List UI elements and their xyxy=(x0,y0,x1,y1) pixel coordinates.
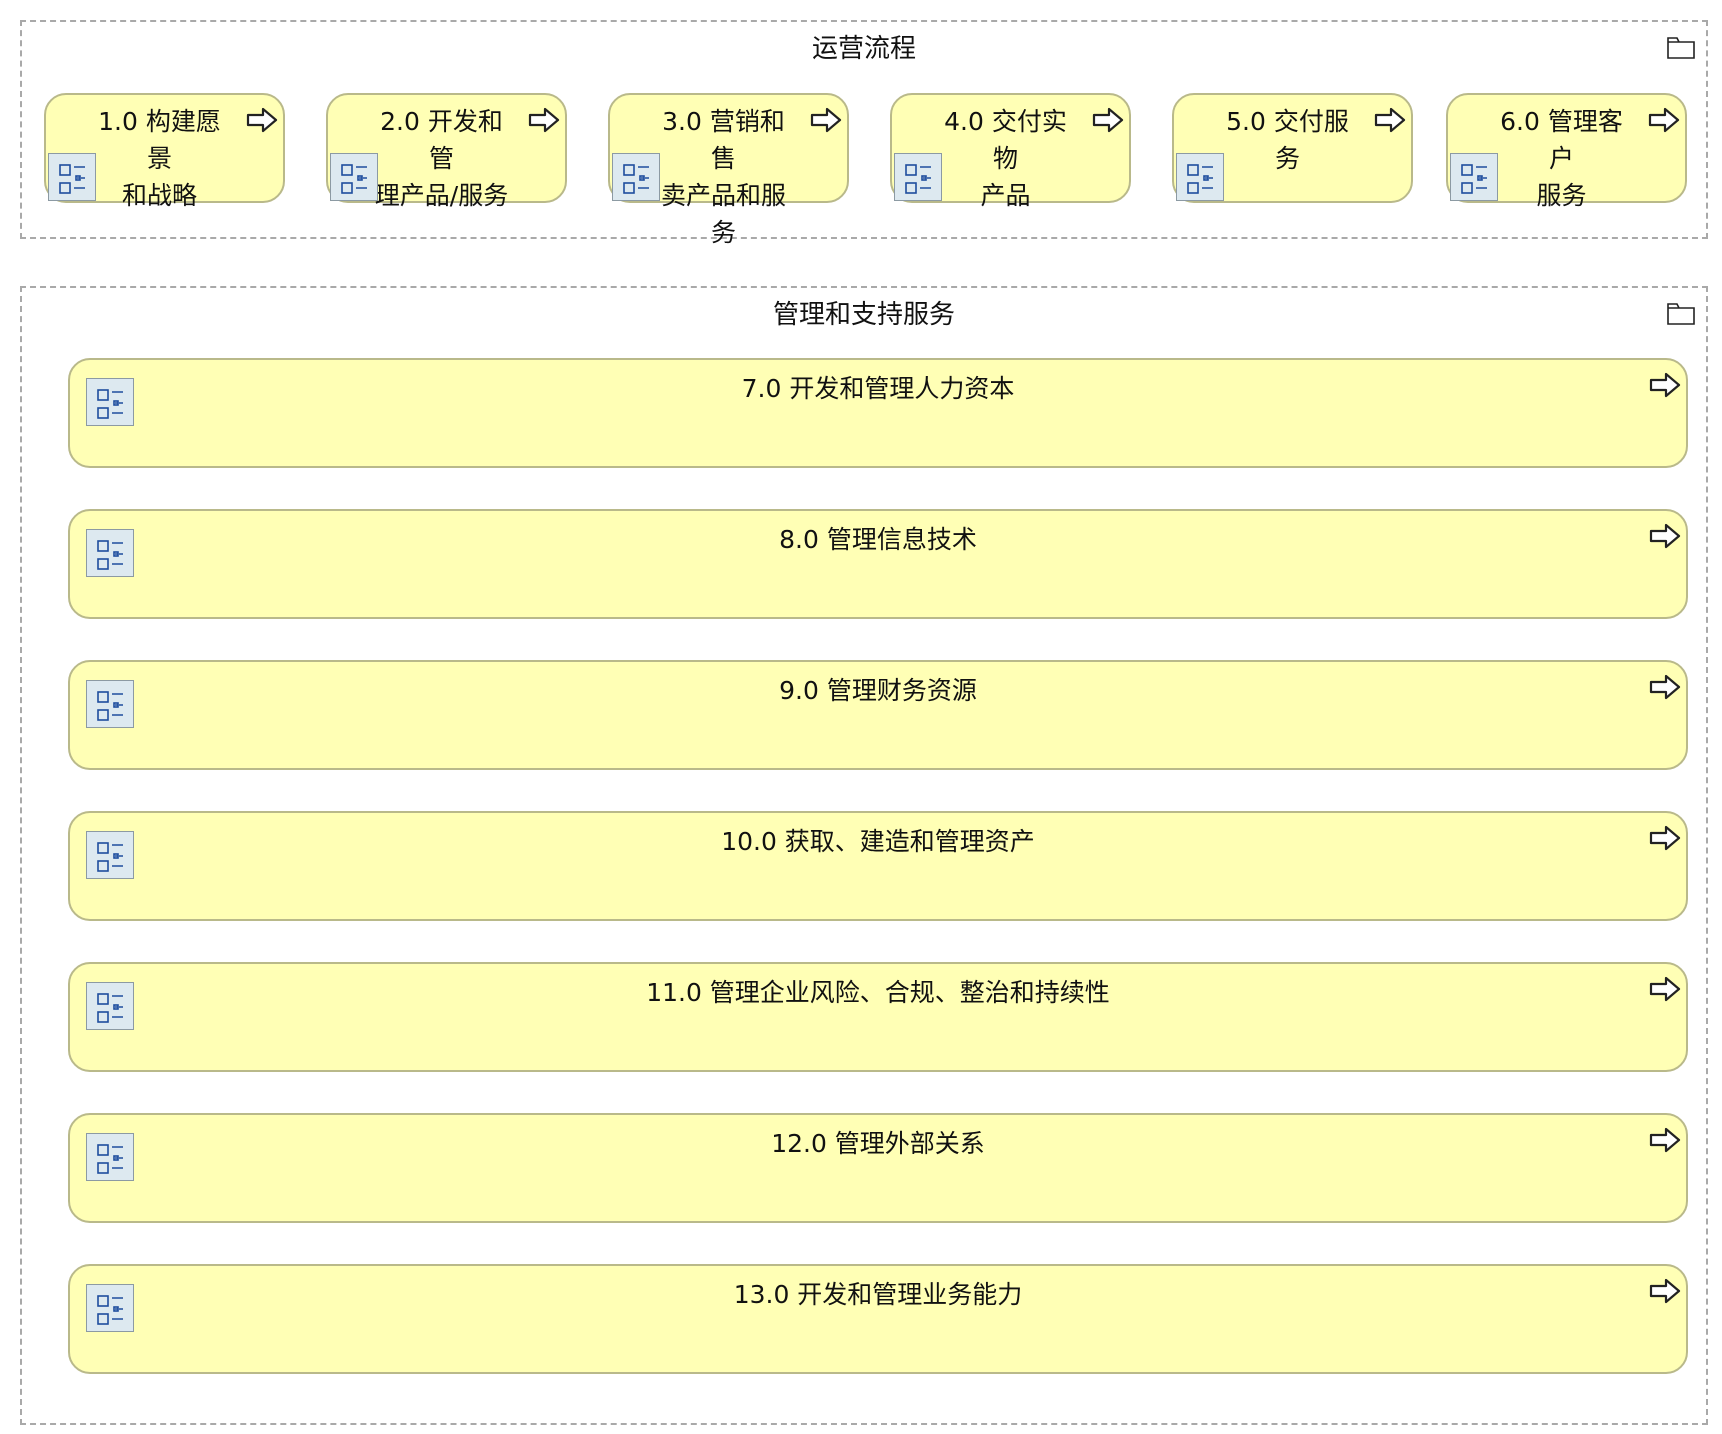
arrow-right-icon[interactable] xyxy=(527,105,561,135)
process-label: 9.0 管理财务资源 xyxy=(779,676,977,705)
process-box-13[interactable]: 13.0 开发和管理业务能力 xyxy=(68,1264,1688,1374)
process-tree-icon[interactable] xyxy=(86,982,134,1030)
arrow-right-icon[interactable] xyxy=(1373,105,1407,135)
folder-icon[interactable] xyxy=(1666,300,1696,326)
process-box-6[interactable]: 6.0 管理客户 服务 xyxy=(1446,93,1687,210)
process-tree-icon[interactable] xyxy=(86,1133,134,1181)
arrow-right-icon[interactable] xyxy=(1648,370,1682,400)
support-group-title: 管理和支持服务 xyxy=(772,300,955,330)
arrow-right-icon[interactable] xyxy=(809,105,843,135)
process-label: 7.0 开发和管理人力资本 xyxy=(741,374,1015,403)
process-tree-icon[interactable] xyxy=(48,153,96,201)
process-label: 1.0 构建愿景 和战略 xyxy=(98,107,221,210)
process-box-2[interactable]: 2.0 开发和管 理产品/服务 xyxy=(326,93,567,210)
process-label: 13.0 开发和管理业务能力 xyxy=(733,1280,1023,1309)
process-label: 2.0 开发和管 理产品/服务 xyxy=(374,107,509,210)
arrow-right-icon[interactable] xyxy=(1648,974,1682,1004)
process-label: 5.0 交付服务 xyxy=(1226,107,1349,173)
process-box-5[interactable]: 5.0 交付服务 xyxy=(1172,93,1413,203)
process-box-7[interactable]: 7.0 开发和管理人力资本 xyxy=(68,358,1688,468)
process-tree-icon[interactable] xyxy=(86,378,134,426)
process-box-10[interactable]: 10.0 获取、建造和管理资产 xyxy=(68,811,1688,921)
arrow-right-icon[interactable] xyxy=(1647,105,1681,135)
arrow-right-icon[interactable] xyxy=(1648,1276,1682,1306)
arrow-right-icon[interactable] xyxy=(1091,105,1125,135)
process-box-8[interactable]: 8.0 管理信息技术 xyxy=(68,509,1688,619)
process-box-11[interactable]: 11.0 管理企业风险、合规、整治和持续性 xyxy=(68,962,1688,1072)
process-box-12[interactable]: 12.0 管理外部关系 xyxy=(68,1113,1688,1223)
process-label: 11.0 管理企业风险、合规、整治和持续性 xyxy=(646,978,1110,1007)
process-label: 6.0 管理客户 服务 xyxy=(1500,107,1623,210)
process-tree-icon[interactable] xyxy=(1450,153,1498,201)
process-label: 3.0 营销和售 卖产品和服务 xyxy=(660,107,786,247)
process-label: 8.0 管理信息技术 xyxy=(779,525,977,554)
process-tree-icon[interactable] xyxy=(1176,153,1224,201)
process-label: 12.0 管理外部关系 xyxy=(771,1129,985,1158)
process-label: 4.0 交付实物 产品 xyxy=(944,107,1067,210)
arrow-right-icon[interactable] xyxy=(1648,1125,1682,1155)
process-tree-icon[interactable] xyxy=(86,1284,134,1332)
process-box-4[interactable]: 4.0 交付实物 产品 xyxy=(890,93,1131,210)
process-box-9[interactable]: 9.0 管理财务资源 xyxy=(68,660,1688,770)
process-tree-icon[interactable] xyxy=(894,153,942,201)
operations-group-title: 运营流程 xyxy=(811,34,916,64)
process-tree-icon[interactable] xyxy=(86,831,134,879)
process-tree-icon[interactable] xyxy=(86,680,134,728)
folder-icon[interactable] xyxy=(1666,34,1696,60)
process-tree-icon[interactable] xyxy=(86,529,134,577)
process-box-3[interactable]: 3.0 营销和售 卖产品和服务 xyxy=(608,93,849,247)
arrow-right-icon[interactable] xyxy=(245,105,279,135)
process-tree-icon[interactable] xyxy=(330,153,378,201)
process-tree-icon[interactable] xyxy=(612,153,660,201)
arrow-right-icon[interactable] xyxy=(1648,823,1682,853)
process-box-1[interactable]: 1.0 构建愿景 和战略 xyxy=(44,93,285,210)
arrow-right-icon[interactable] xyxy=(1648,672,1682,702)
process-label: 10.0 获取、建造和管理资产 xyxy=(721,827,1035,856)
arrow-right-icon[interactable] xyxy=(1648,521,1682,551)
